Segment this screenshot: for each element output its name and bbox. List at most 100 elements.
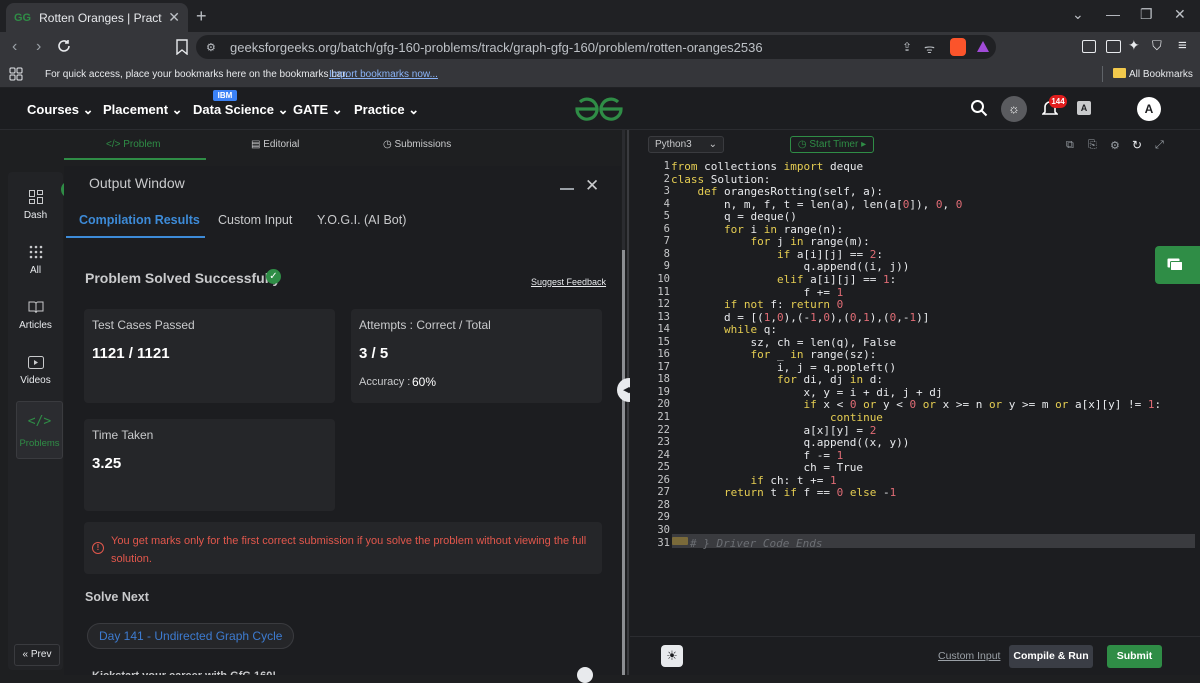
vpn-icon[interactable]: ⛉ <box>1152 38 1162 54</box>
feedback-side-button[interactable] <box>1155 246 1200 284</box>
brave-shield-icon[interactable] <box>950 38 966 56</box>
code-line: d = [(1,0),(-1,0),(0,1),(0,-1)] <box>671 310 930 324</box>
address-bar[interactable]: geeksforgeeks.org/batch/gfg-160-problems… <box>196 35 996 59</box>
restore-icon[interactable]: ❐ <box>1140 6 1153 23</box>
accuracy-label: Accuracy : <box>359 376 411 388</box>
folder-icon <box>1113 68 1126 78</box>
suggest-feedback-link[interactable]: Suggest Feedback <box>531 277 606 287</box>
sidebar-item-label: Dash <box>23 210 48 221</box>
line-number: 13 <box>657 310 670 323</box>
code-line: return t if f == 0 else -1 <box>723 486 897 500</box>
minimize-output-icon[interactable] <box>560 188 574 190</box>
site-info-icon[interactable]: ⚙ <box>206 41 216 54</box>
lightbulb-icon[interactable]: ☀ <box>661 645 683 667</box>
wallet-icon[interactable] <box>1106 40 1121 53</box>
fold-marker-icon[interactable] <box>672 537 688 545</box>
tab-problem[interactable]: </> Problem <box>106 139 161 150</box>
nav-placement[interactable]: Placement ⌄ <box>103 102 183 118</box>
custom-input-link[interactable]: Custom Input <box>938 650 1000 662</box>
copy-icon[interactable]: ⧉ <box>1066 139 1074 152</box>
tab-title: Rotten Oranges | Practice | Gee <box>39 10 162 25</box>
avatar[interactable]: A <box>1137 97 1161 121</box>
nav-label: Practice <box>354 102 405 117</box>
reload-icon[interactable] <box>56 38 72 54</box>
nav-label: Data Science <box>193 102 274 117</box>
share-icon[interactable]: ⇪ <box>902 40 912 54</box>
compile-run-button[interactable]: Compile & Run <box>1009 645 1093 668</box>
line-number: 17 <box>657 360 670 373</box>
new-tab-icon[interactable]: + <box>196 6 207 27</box>
back-icon[interactable]: ‹ <box>12 38 17 56</box>
tab-label: Submissions <box>394 139 452 150</box>
play-icon: ▸ <box>861 139 867 150</box>
line-number: 24 <box>657 448 670 461</box>
fullscreen-icon[interactable]: ⤢ <box>1155 139 1164 152</box>
line-number: 3 <box>663 185 670 198</box>
divider <box>1102 66 1103 82</box>
all-bookmarks[interactable]: All Bookmarks <box>1129 69 1193 80</box>
sidebar-toggle-icon[interactable] <box>1082 40 1096 53</box>
minimize-icon[interactable]: — <box>1106 6 1120 22</box>
close-tab-icon[interactable]: ✕ <box>168 9 180 26</box>
leo-ai-icon[interactable]: ✦ <box>1128 37 1140 54</box>
tab-submissions[interactable]: ◷ Submissions <box>383 139 451 150</box>
sidebar-item-dash[interactable]: Dash <box>8 190 63 247</box>
close-output-icon[interactable]: ✕ <box>585 176 599 196</box>
line-number: 20 <box>657 398 670 411</box>
tab-search-icon[interactable]: ⌄ <box>1072 6 1084 23</box>
url-text: geeksforgeeks.org/batch/gfg-160-problems… <box>230 39 763 55</box>
line-number: 31 <box>657 536 670 549</box>
code-line: for i in range(n): <box>723 222 844 236</box>
line-number: 12 <box>657 298 670 311</box>
pane-divider[interactable] <box>627 130 629 675</box>
code-line: ch = True <box>671 461 864 475</box>
settings-icon[interactable]: ⚙ <box>1110 139 1120 152</box>
theme-toggle-icon[interactable]: ☼ <box>1001 96 1027 122</box>
active-tab-underline <box>64 158 206 160</box>
nav-practice[interactable]: Practice ⌄ <box>354 102 419 118</box>
bookmarks-hint: For quick access, place your bookmarks h… <box>45 69 348 80</box>
tab-custom-input[interactable]: Custom Input <box>218 213 292 227</box>
apps-icon[interactable] <box>9 67 23 81</box>
chat-bubble-icon[interactable] <box>577 667 593 683</box>
start-timer-button[interactable]: ◷ Start Timer ▸ <box>790 136 874 153</box>
sidebar-item-problems[interactable]: </> Problems <box>16 401 63 459</box>
line-number: 29 <box>657 511 670 524</box>
code-line: sz, ch = len(q), False <box>671 335 897 349</box>
nav-courses[interactable]: Courses ⌄ <box>27 102 94 118</box>
line-number-gutter: 1 2 3 4 5 6 7 8 9 10 11 12 13 14 15 16 17 18 19 20 21 22 23 24 2… <box>640 160 670 550</box>
output-window-title: Output Window <box>89 175 185 191</box>
close-window-icon[interactable]: ✕ <box>1174 6 1186 23</box>
line-number: 2 <box>663 172 670 185</box>
nav-gate[interactable]: GATE ⌄ <box>293 102 343 118</box>
submit-button[interactable]: Submit <box>1107 645 1162 668</box>
code-line: x, y = i + di, j + dj <box>671 385 943 399</box>
tab-editorial[interactable]: ▤ Editorial <box>251 139 299 150</box>
export-icon[interactable]: ⎘ <box>1088 139 1097 152</box>
menu-icon[interactable]: ≡ <box>1178 37 1187 54</box>
output-scrollbar-thumb[interactable] <box>622 250 625 675</box>
sidebar-item-articles[interactable]: Articles <box>8 300 63 357</box>
rss-icon[interactable]: ᯤ <box>924 40 935 57</box>
forward-icon[interactable]: › <box>36 38 41 56</box>
tab-yogi-bot[interactable]: Y.O.G.I. (AI Bot) <box>317 213 406 227</box>
import-bookmarks-link[interactable]: Import bookmarks now... <box>329 69 438 80</box>
reset-icon[interactable]: ↻ <box>1132 138 1142 152</box>
line-number: 9 <box>663 260 670 273</box>
language-value: Python3 <box>655 139 692 150</box>
time-value: 3.25 <box>92 455 122 472</box>
language-select[interactable]: Python3 ⌄ <box>648 136 724 153</box>
gfg-logo-icon[interactable] <box>575 97 623 121</box>
sidebar-item-all[interactable]: All <box>8 245 63 302</box>
nav-data-science[interactable]: Data Science ⌄ <box>193 102 288 118</box>
search-icon[interactable] <box>970 99 988 117</box>
bookmark-icon[interactable] <box>176 39 188 55</box>
tab-compilation-results[interactable]: Compilation Results <box>79 213 200 227</box>
code-line: f -= 1 <box>671 448 844 462</box>
browser-tab[interactable]: GG Rotten Oranges | Practice | Gee ✕ <box>6 3 188 32</box>
translate-icon[interactable]: A <box>1077 101 1091 115</box>
next-problem-chip[interactable]: Day 141 - Undirected Graph Cycle <box>87 623 295 649</box>
brave-rewards-icon[interactable] <box>976 40 990 53</box>
code-line: def orangesRotting(self, a): <box>697 185 883 199</box>
prev-button[interactable]: « Prev <box>14 644 60 666</box>
